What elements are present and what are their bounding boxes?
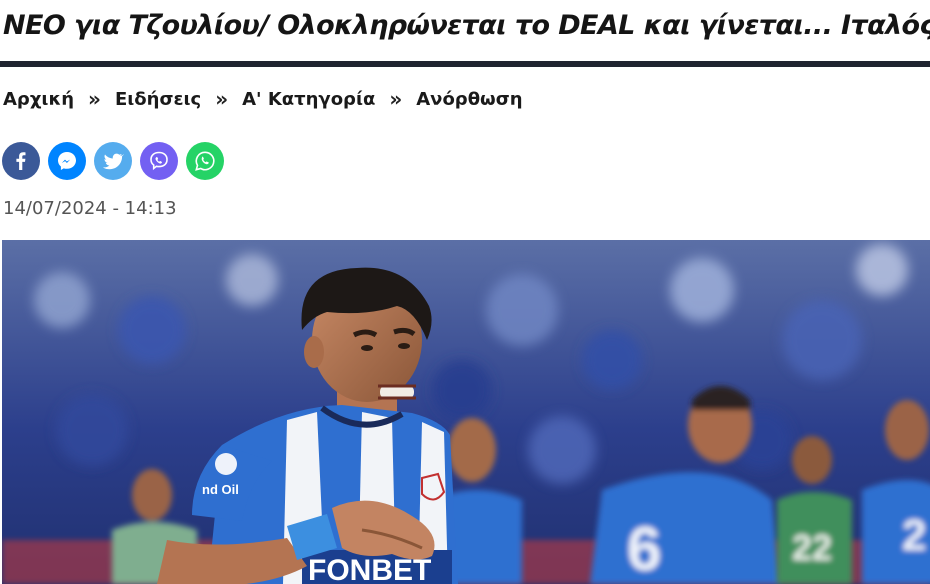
messenger-share-button[interactable]	[48, 142, 86, 180]
breadcrumb-separator: »	[389, 87, 403, 111]
breadcrumb-anorthosis[interactable]: Ανόρθωση	[416, 89, 522, 110]
breadcrumb-separator: »	[215, 87, 229, 111]
breadcrumb: Αρχική » Ειδήσεις » Α' Κατηγορία » Ανόρθ…	[3, 86, 523, 112]
viber-share-button[interactable]	[140, 142, 178, 180]
article-hero-image: 6 2 22 nd Oil FONBET	[2, 240, 930, 584]
whatsapp-share-button[interactable]	[186, 142, 224, 180]
sleeve-sponsor: nd Oil	[202, 482, 239, 497]
breadcrumb-separator: »	[88, 87, 101, 111]
facebook-share-button[interactable]	[2, 142, 40, 180]
shirt-number: 6	[627, 515, 661, 584]
breadcrumb-home[interactable]: Αρχική	[3, 89, 74, 110]
title-divider	[0, 61, 930, 67]
shirt-number: 22	[792, 527, 832, 568]
twitter-share-button[interactable]	[94, 142, 132, 180]
football-player-photo: 6 2 22 nd Oil FONBET	[2, 240, 930, 584]
shirt-number: 2	[902, 511, 926, 560]
facebook-icon	[16, 152, 26, 170]
breadcrumb-news[interactable]: Ειδήσεις	[115, 89, 201, 110]
article-page: ΝΕΟ για Τζουλίου/ Ολοκληρώνεται το DEAL …	[0, 0, 930, 584]
whatsapp-icon	[195, 151, 215, 171]
breadcrumb-first-division[interactable]: Α' Κατηγορία	[242, 89, 375, 110]
article-date: 14/07/2024 - 14:13	[3, 198, 177, 219]
twitter-icon	[102, 153, 124, 170]
article-title: ΝΕΟ για Τζουλίου/ Ολοκληρώνεται το DEAL …	[3, 10, 930, 41]
share-buttons	[2, 142, 224, 180]
viber-icon	[150, 151, 168, 171]
messenger-icon	[58, 152, 76, 170]
